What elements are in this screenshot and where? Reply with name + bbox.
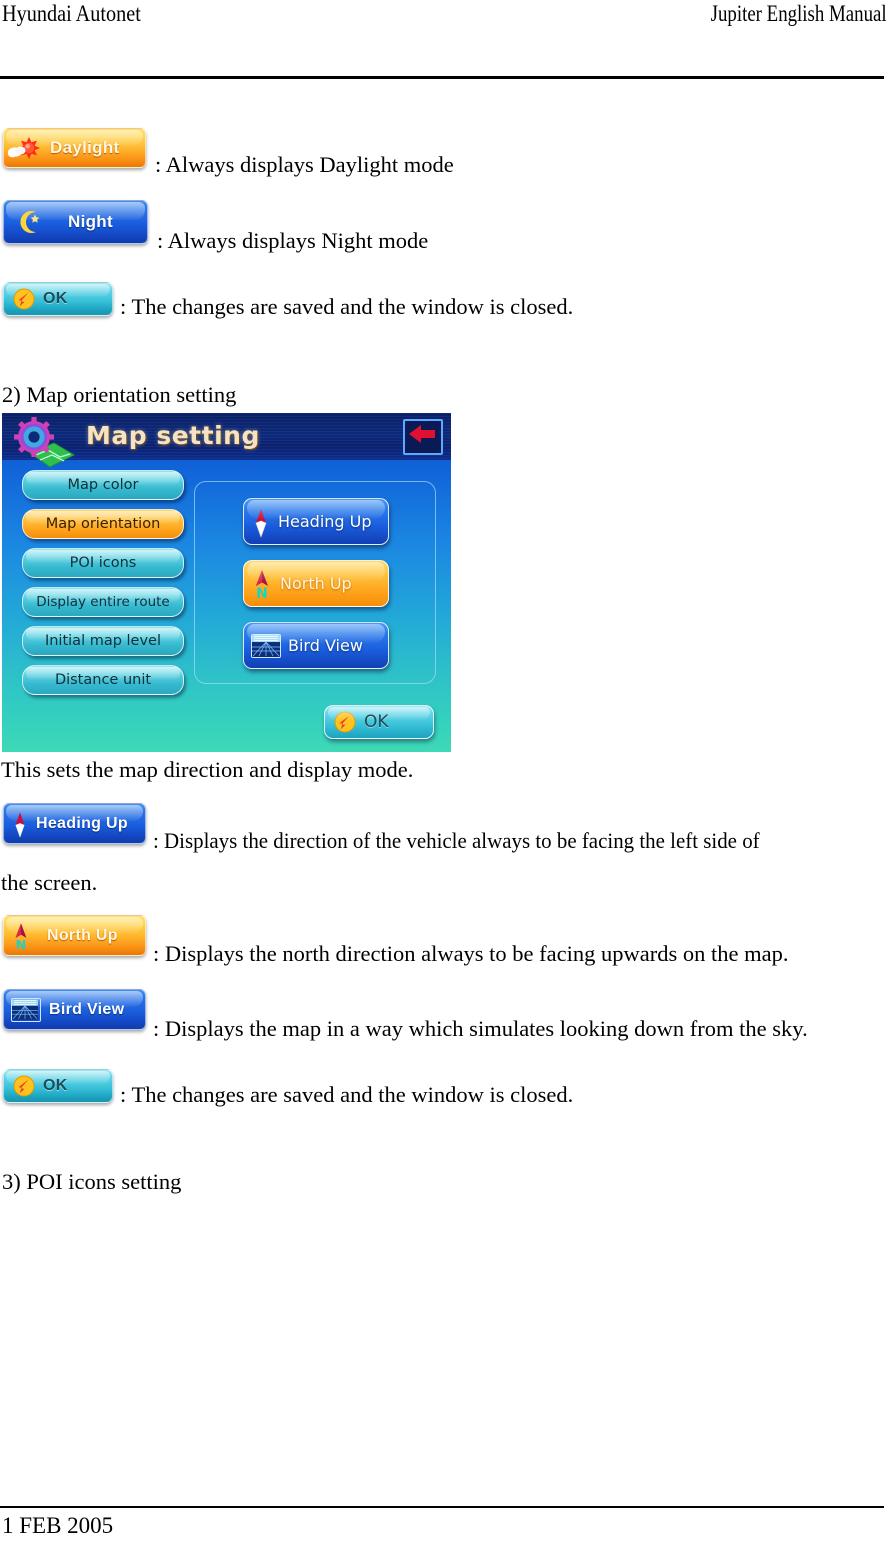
header-company-name: Hyundai Autonet	[2, 1, 141, 26]
heading-up-description-line-2: the screen.	[1, 870, 98, 895]
screenshot-ok-label: OK	[364, 712, 389, 732]
bird-view-button-label: Bird View	[49, 1000, 125, 1018]
ok-description-1: : The changes are saved and the window i…	[120, 294, 574, 319]
menu-item-distance-unit[interactable]: Distance unit	[22, 665, 184, 695]
compass-needle-icon	[251, 508, 271, 538]
ok-button-1-label: OK	[43, 290, 68, 307]
document-page: Hyundai Autonet Jupiter English Manual D…	[0, 0, 888, 1551]
orientation-options-panel: Heading Up N North Up Bird View	[194, 481, 436, 684]
sun-icon	[8, 135, 42, 161]
menu-item-initial-map-level[interactable]: Initial map level	[22, 626, 184, 656]
running-header: Hyundai Autonet Jupiter English Manual	[0, 0, 888, 30]
settings-menu-list: Map color Map orientation POI icons Disp…	[22, 470, 184, 704]
screenshot-title-bar: Map setting	[2, 413, 451, 468]
menu-item-map-color[interactable]: Map color	[22, 470, 184, 500]
footer-divider-rule	[0, 1506, 884, 1508]
north-arrow-icon: N	[251, 569, 273, 602]
image-caption: This sets the map direction and display …	[1, 757, 414, 782]
bird-view-icon	[251, 633, 281, 658]
ok-check-icon	[334, 711, 356, 733]
menu-item-display-entire-route[interactable]: Display entire route	[22, 587, 184, 617]
bird-view-icon	[11, 997, 41, 1022]
heading-up-button-label: Heading Up	[36, 814, 128, 832]
menu-item-label: Map orientation	[45, 516, 161, 532]
header-divider-rule	[0, 76, 884, 79]
ok-check-icon	[13, 288, 35, 310]
heading-up-description-line-1: : Displays the direction of the vehicle …	[153, 828, 760, 853]
option-label: Heading Up	[278, 512, 372, 531]
svg-text:N: N	[256, 586, 268, 600]
bird-view-button[interactable]: Bird View	[3, 989, 146, 1030]
north-arrow-icon: N	[11, 922, 33, 951]
menu-item-label: Map color	[67, 477, 139, 493]
option-label: North Up	[280, 574, 352, 593]
gear-map-icon	[8, 415, 84, 471]
menu-item-label: Display entire route	[36, 594, 170, 610]
section-2-heading: 2) Map orientation setting	[2, 382, 237, 407]
ok-description-2: : The changes are saved and the window i…	[120, 1082, 574, 1107]
bird-view-description: : Displays the map in a way which simula…	[153, 1016, 808, 1041]
daylight-button[interactable]: Daylight	[3, 128, 146, 168]
option-heading-up[interactable]: Heading Up	[243, 498, 389, 545]
option-bird-view[interactable]: Bird View	[243, 622, 389, 669]
section-3-heading: 3) POI icons setting	[2, 1169, 182, 1194]
footer-date: 1 FEB 2005	[2, 1513, 114, 1538]
header-document-title: Jupiter English Manual	[710, 1, 887, 26]
compass-needle-icon	[11, 810, 31, 838]
screenshot-title: Map setting	[86, 421, 260, 450]
option-label: Bird View	[288, 636, 363, 655]
moon-icon	[16, 209, 46, 235]
menu-item-label: Distance unit	[54, 672, 152, 688]
heading-up-button[interactable]: Heading Up	[3, 803, 146, 844]
ok-check-icon	[13, 1075, 35, 1097]
daylight-description: : Always displays Daylight mode	[155, 152, 454, 177]
ok-button-1[interactable]: OK	[3, 282, 113, 316]
night-description: : Always displays Night mode	[157, 228, 429, 253]
svg-text:N: N	[16, 936, 27, 951]
ok-button-2[interactable]: OK	[3, 1069, 113, 1103]
north-up-button[interactable]: N North Up	[3, 915, 146, 956]
menu-item-label: Initial map level	[44, 633, 162, 649]
ok-button-2-label: OK	[43, 1077, 68, 1094]
night-button[interactable]: Night	[3, 200, 148, 244]
option-north-up[interactable]: N North Up	[243, 560, 389, 607]
north-up-button-label: North Up	[47, 926, 118, 944]
menu-item-poi-icons[interactable]: POI icons	[22, 548, 184, 578]
map-setting-screenshot: Map setting Map color Map orientation PO…	[2, 413, 451, 752]
daylight-button-label: Daylight	[50, 138, 120, 157]
screenshot-ok-button[interactable]: OK	[324, 705, 434, 739]
back-arrow-button[interactable]	[403, 419, 443, 455]
menu-item-map-orientation[interactable]: Map orientation	[22, 509, 184, 539]
menu-item-label: POI icons	[69, 555, 137, 571]
north-up-description: : Displays the north direction always to…	[153, 941, 789, 966]
night-button-label: Night	[68, 212, 113, 231]
